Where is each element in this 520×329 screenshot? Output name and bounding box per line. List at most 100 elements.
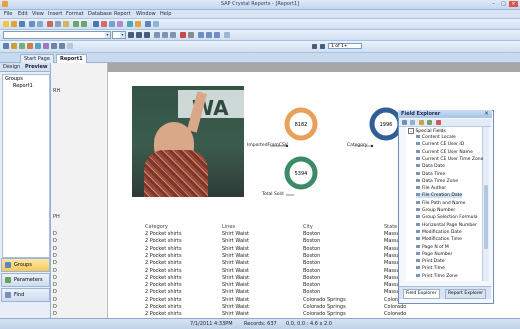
close-icon[interactable]: ✕: [509, 1, 518, 7]
print-icon[interactable]: [29, 21, 35, 27]
field-list-item[interactable]: File Author: [416, 186, 446, 191]
minimize-icon[interactable]: –: [489, 1, 498, 7]
insert-field-icon[interactable]: [3, 43, 9, 49]
cut-icon[interactable]: [47, 21, 53, 27]
align-right-icon[interactable]: [170, 32, 176, 38]
field-list-item[interactable]: Page Number: [416, 251, 452, 257]
field-list-item[interactable]: Modification Time: [416, 237, 462, 242]
insert-line-icon[interactable]: [51, 43, 57, 49]
delete-field-icon[interactable]: [436, 120, 441, 125]
paste-icon[interactable]: [63, 21, 69, 27]
table-cell-category: 2 Pocket shirts: [145, 311, 182, 318]
insert-summary-icon[interactable]: [27, 43, 33, 49]
insert-group-icon[interactable]: [19, 43, 25, 49]
insert-box-icon[interactable]: [59, 43, 65, 49]
formula-icon[interactable]: [117, 21, 123, 27]
menu-view[interactable]: View: [32, 11, 44, 17]
align-left-icon[interactable]: [154, 32, 160, 38]
field-list-item[interactable]: Data Date: [416, 164, 445, 169]
field-list-item[interactable]: Current CE User Time Zone: [416, 156, 483, 162]
decimal-icon[interactable]: [224, 32, 230, 38]
style-combo[interactable]: ▾: [3, 31, 111, 39]
save-icon[interactable]: [19, 21, 25, 27]
insert-to-report-icon[interactable]: [402, 120, 407, 125]
italic-icon[interactable]: [136, 32, 142, 38]
insert-crosstab-icon[interactable]: [43, 43, 49, 49]
group-expert-icon[interactable]: [101, 21, 107, 27]
tab-report1[interactable]: Report1: [56, 54, 87, 63]
edit-field-icon[interactable]: [427, 120, 432, 125]
field-list-item[interactable]: Print Time Zone: [416, 273, 458, 279]
menu-edit[interactable]: Edit: [18, 11, 28, 17]
prev-page-icon[interactable]: [320, 44, 325, 49]
menu-window[interactable]: Window: [136, 11, 156, 17]
field-list-item[interactable]: Data Time Zone: [416, 178, 458, 184]
tab-start-page[interactable]: Start Page: [20, 54, 54, 63]
menu-file[interactable]: File: [4, 11, 12, 17]
new-icon[interactable]: [3, 21, 9, 27]
border-icon[interactable]: [188, 32, 194, 38]
field-list-item[interactable]: Print Date: [416, 259, 445, 264]
field-explorer-scrollbar[interactable]: [482, 127, 489, 281]
align-center-icon[interactable]: [162, 32, 168, 38]
group-tree[interactable]: Groups Report1: [2, 74, 50, 258]
sort-expert-icon[interactable]: [109, 21, 115, 27]
menu-database[interactable]: Database: [88, 11, 112, 17]
tab-field-explorer[interactable]: Field Explorer: [403, 289, 440, 299]
thousands-icon[interactable]: [214, 32, 220, 38]
currency-icon[interactable]: [198, 32, 204, 38]
new-field-icon[interactable]: [419, 120, 424, 125]
scrollbar-thumb[interactable]: [484, 185, 488, 249]
database-expert-icon[interactable]: [93, 21, 99, 27]
collapse-icon[interactable]: −: [408, 128, 414, 134]
field-list-item[interactable]: File Path and Name: [416, 200, 465, 206]
field-list-item[interactable]: Group Number: [416, 208, 455, 213]
insert-picture-icon[interactable]: [67, 43, 73, 49]
field-list-item[interactable]: Content Locale: [416, 135, 456, 140]
font-color-icon[interactable]: [180, 32, 186, 38]
field-explorer-close-icon[interactable]: ×: [484, 110, 489, 117]
help-icon[interactable]: [153, 21, 159, 27]
insert-chart-icon[interactable]: [35, 43, 41, 49]
tab-design[interactable]: Design: [3, 64, 20, 70]
open-icon[interactable]: [11, 21, 17, 27]
nav-groups-button[interactable]: Groups: [1, 258, 50, 272]
field-list-item[interactable]: File Creation Date: [416, 193, 463, 199]
refresh-icon[interactable]: [135, 21, 141, 27]
font-size-combo[interactable]: ▾: [112, 31, 126, 39]
undo-icon[interactable]: [73, 21, 79, 27]
copy-icon[interactable]: [55, 21, 61, 27]
field-list-item[interactable]: Modification Date: [416, 229, 462, 235]
zoom-icon[interactable]: [145, 21, 151, 27]
maximize-icon[interactable]: □: [499, 1, 508, 7]
field-explorer-icon[interactable]: [127, 21, 133, 27]
field-list-item[interactable]: Page N of M: [416, 244, 449, 250]
page-number-field[interactable]: 1 of 1+: [328, 43, 362, 49]
nav-parameters-button[interactable]: Parameters: [1, 273, 50, 287]
field-list-item[interactable]: Group Selection Formula: [416, 215, 478, 220]
insert-text-icon[interactable]: [11, 43, 17, 49]
field-list-item[interactable]: Horizontal Page Number: [416, 222, 477, 228]
field-list-item[interactable]: Current CE User Name: [416, 149, 473, 155]
percent-icon[interactable]: [206, 32, 212, 38]
field-explorer-titlebar[interactable]: Field Explorer ×: [398, 110, 492, 118]
nav-find-button[interactable]: Find: [1, 288, 50, 302]
redo-icon[interactable]: [81, 21, 87, 27]
menu-insert[interactable]: Insert: [48, 11, 62, 17]
group-tree-item[interactable]: Report1: [13, 83, 33, 89]
menu-report[interactable]: Report: [114, 11, 131, 17]
special-fields-node[interactable]: − Special Fields: [408, 128, 446, 134]
field-list-item[interactable]: Data Time: [416, 171, 445, 177]
preview-icon[interactable]: [37, 21, 43, 27]
menu-help[interactable]: Help: [160, 11, 171, 17]
browse-icon[interactable]: [410, 120, 415, 125]
first-page-icon[interactable]: [312, 44, 317, 49]
underline-icon[interactable]: [144, 32, 150, 38]
bold-icon[interactable]: [128, 32, 134, 38]
column-header-lines: Lines: [222, 224, 236, 230]
menu-format[interactable]: Format: [66, 11, 84, 17]
tab-report-explorer[interactable]: Report Explorer: [445, 289, 487, 299]
field-list-item[interactable]: Print Time: [416, 266, 445, 271]
field-list-item[interactable]: Current CE User ID: [416, 142, 464, 147]
tab-preview[interactable]: Preview: [25, 64, 48, 70]
